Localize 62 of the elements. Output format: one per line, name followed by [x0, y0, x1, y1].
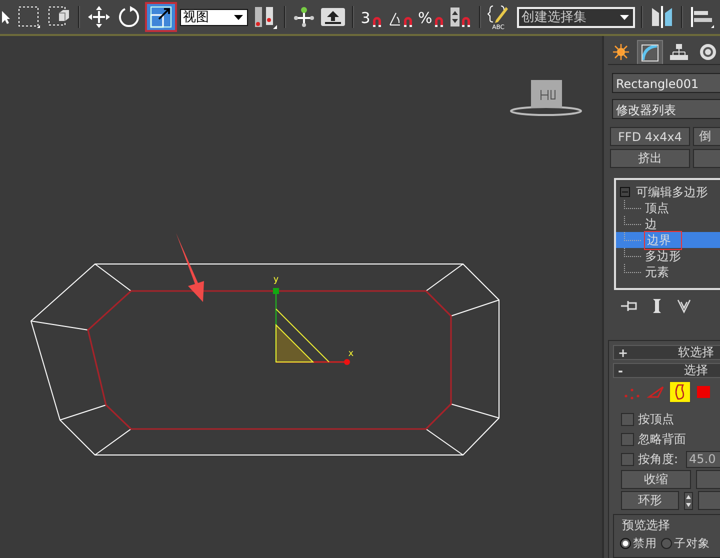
modifier-stack-item[interactable]: 可编辑多边形	[616, 184, 720, 200]
ring-button[interactable]: 环形	[621, 491, 679, 510]
sun-icon	[611, 42, 631, 62]
curve-icon	[640, 42, 660, 62]
axis-label: y	[273, 275, 279, 285]
caret-icon	[620, 14, 630, 20]
subobject-stack-item[interactable]: 元素	[616, 264, 720, 280]
scale-icon	[149, 5, 173, 29]
magnet-icon	[371, 15, 384, 27]
object-name-field[interactable]: Rectangle001	[612, 73, 720, 93]
pivot-gizmo-icon[interactable]	[292, 5, 316, 29]
three-snap-button[interactable]: 3	[360, 3, 384, 31]
angle-value-field[interactable]: 45.0	[686, 450, 720, 468]
modify-tab[interactable]	[637, 40, 663, 64]
fork-icon[interactable]	[676, 298, 692, 314]
named-selection-dropdown[interactable]: 创建选择集	[517, 6, 636, 28]
magnet-icon	[433, 15, 446, 27]
checkbox-label: 忽略背面	[638, 430, 686, 448]
modifier-list-dropdown[interactable]: 修改器列表	[612, 99, 720, 119]
coordinate-system-dropdown[interactable]: 视图	[180, 8, 248, 26]
checkbox-label: 按角度:	[638, 450, 678, 468]
border-level-button[interactable]	[669, 381, 691, 403]
spinner-icon	[450, 7, 460, 27]
magnet-icon	[402, 15, 414, 27]
percent-snap-button[interactable]: %	[418, 3, 446, 31]
radio-label: 禁用	[633, 536, 657, 551]
modifier-button[interactable]: 倒	[693, 127, 720, 146]
move-arrows-icon	[87, 5, 111, 29]
hierarchy-icon	[669, 42, 689, 62]
checkbox-label: 按顶点	[638, 410, 674, 428]
shrink-button[interactable]: 收缩	[621, 470, 691, 489]
viewcube-icon[interactable]	[510, 80, 582, 116]
dashed-rectangle-icon	[17, 5, 41, 29]
modifier-button[interactable]: 挤出	[610, 149, 690, 168]
disc-icon	[698, 42, 718, 62]
radio-button[interactable]	[620, 538, 631, 549]
show-end-result-icon[interactable]	[652, 298, 662, 314]
spinner-icon[interactable]	[684, 492, 693, 510]
magnet-icon	[460, 15, 472, 27]
radio-button[interactable]	[661, 538, 672, 549]
group-title: 预览选择	[622, 517, 671, 534]
axis-label: x	[348, 349, 354, 359]
rollout-header[interactable]: - 选择	[613, 363, 720, 378]
rollout-header[interactable]: + 软选择	[613, 345, 720, 360]
modifier-stack-list[interactable]: 可编辑多边形 顶点 边 边界 多边形 元素	[614, 178, 720, 290]
checkbox[interactable]	[621, 412, 634, 426]
caret-icon	[234, 14, 243, 20]
radio-label: 子对象	[674, 536, 710, 551]
pin-icon[interactable]	[620, 300, 638, 312]
checkbox[interactable]	[621, 452, 634, 466]
rotate-icon	[117, 5, 141, 29]
annotation-arrow	[176, 233, 204, 302]
modifier-button[interactable]: FFD 4x4x4	[610, 127, 690, 146]
subobject-stack-item[interactable]: 边	[616, 216, 720, 232]
scale-tool-button[interactable]	[146, 3, 176, 31]
checkbox[interactable]	[621, 432, 634, 446]
subobject-stack-item[interactable]: 多边形	[616, 248, 720, 264]
braces-pencil-icon	[487, 4, 510, 24]
align-icon[interactable]	[689, 5, 716, 29]
cursor-icon	[1, 8, 11, 26]
pivot-center-icon[interactable]	[252, 4, 278, 30]
subobject-stack-item[interactable]: 顶点	[616, 200, 720, 216]
